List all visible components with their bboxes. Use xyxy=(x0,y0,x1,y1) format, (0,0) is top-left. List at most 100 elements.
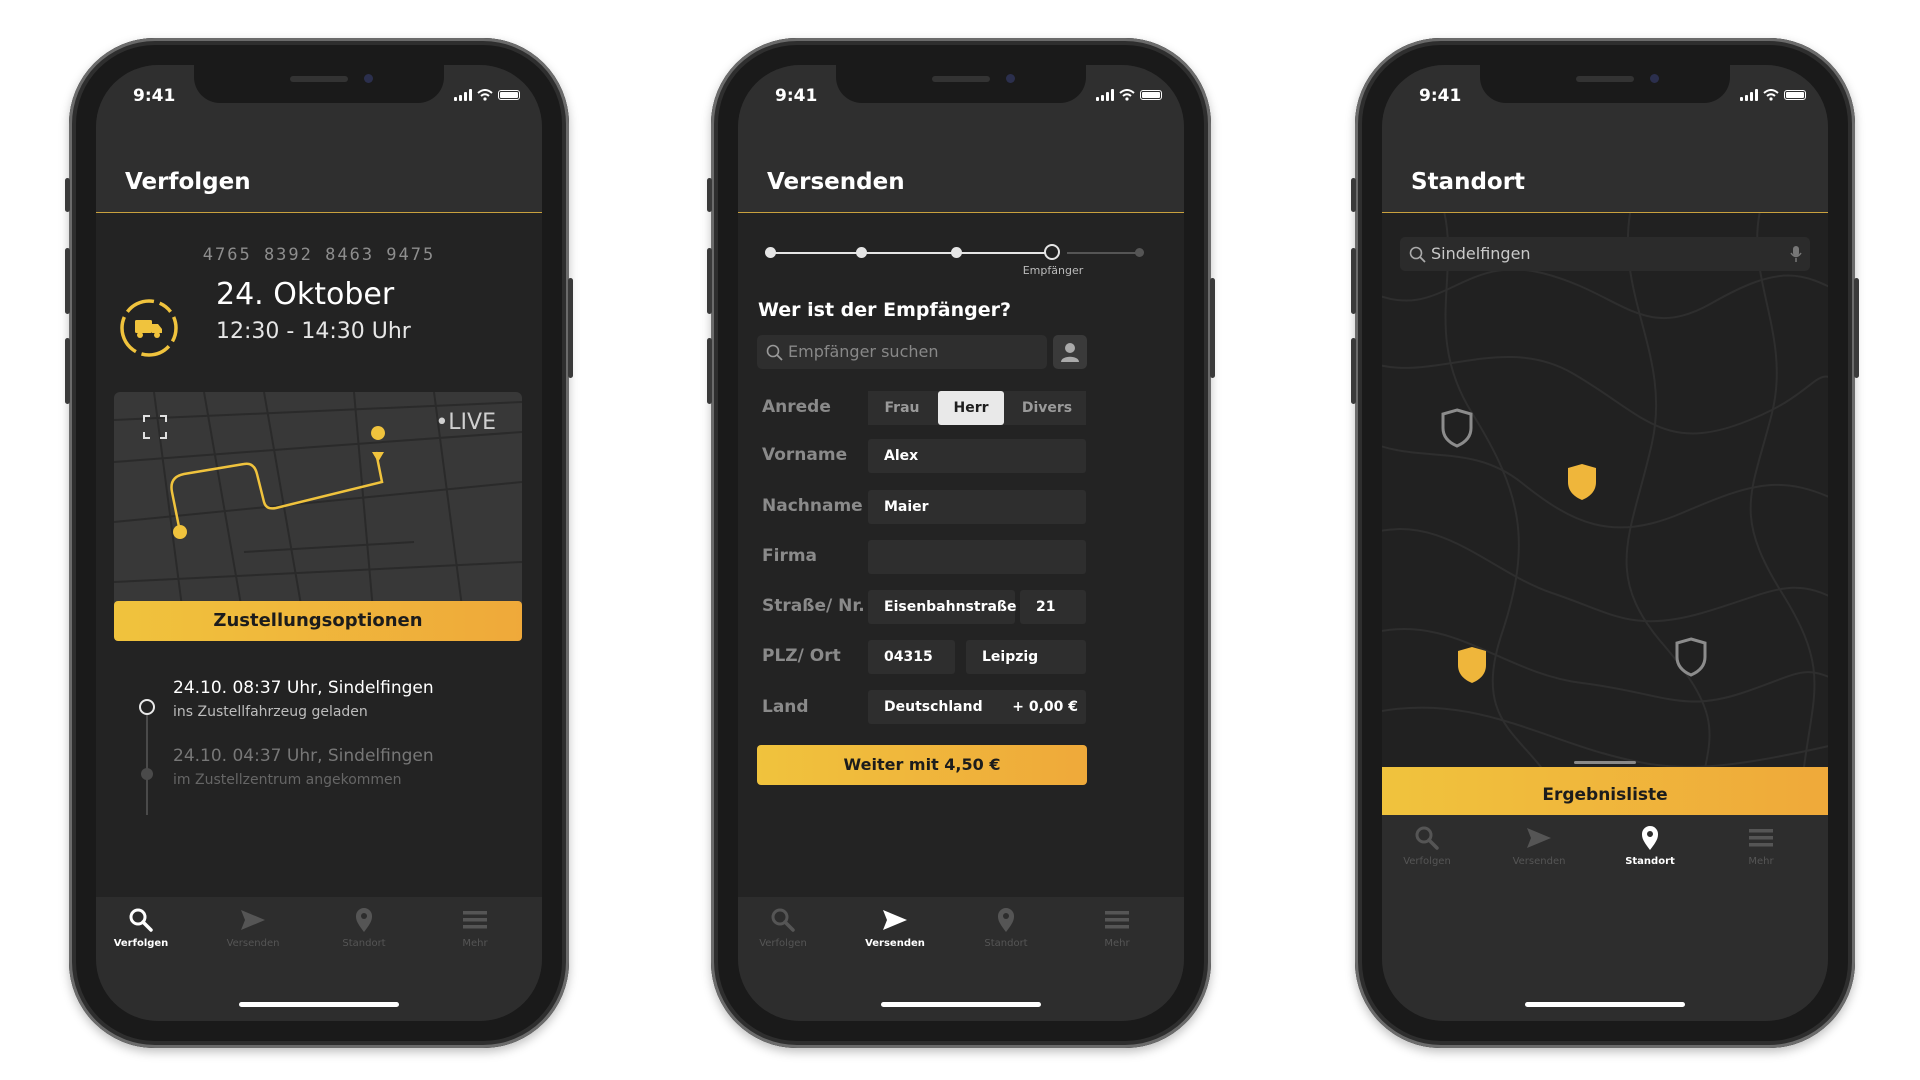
salutation-option-divers[interactable]: Divers xyxy=(1008,391,1086,425)
signal-icon xyxy=(1096,89,1114,101)
location-shield-marker[interactable] xyxy=(1440,408,1474,448)
company-field[interactable] xyxy=(868,540,1086,574)
step-label: Empfänger xyxy=(1022,264,1084,277)
location-shield-marker-active[interactable] xyxy=(1455,645,1489,685)
event-subtitle: im Zustellzentrum angekommen xyxy=(173,772,402,788)
menu-icon xyxy=(463,911,487,929)
status-time: 9:41 xyxy=(1419,86,1462,106)
battery-icon xyxy=(498,90,520,100)
screen: Versenden 9:41 Empfänger Wer ist der Emp… xyxy=(738,65,1184,1021)
label-zipcity: PLZ/ Ort xyxy=(762,646,841,666)
microphone-icon[interactable] xyxy=(1790,245,1802,263)
delivery-truck-icon xyxy=(120,299,178,357)
signal-icon xyxy=(1740,89,1758,101)
tab-more[interactable]: Mehr xyxy=(430,905,520,949)
battery-icon xyxy=(1140,90,1162,100)
event-subtitle: ins Zustellfahrzeug geladen xyxy=(173,704,368,720)
step-dot xyxy=(765,247,776,258)
send-icon xyxy=(241,910,265,930)
recipient-search-input[interactable]: Empfänger suchen xyxy=(757,335,1047,369)
salutation-option-herr[interactable]: Herr xyxy=(938,391,1004,425)
tab-bar: Verfolgen Versenden Standort Mehr xyxy=(96,897,542,1021)
search-icon xyxy=(771,908,795,932)
tab-location[interactable]: Standort xyxy=(1605,823,1695,867)
zip-field[interactable]: 04315 xyxy=(868,640,955,674)
tab-bar: Verfolgen Versenden Standort Mehr xyxy=(1382,815,1828,1021)
tab-track[interactable]: Verfolgen xyxy=(1382,823,1472,867)
menu-icon xyxy=(1749,829,1773,847)
contacts-button[interactable] xyxy=(1053,335,1087,369)
phone-tracking: Verfolgen 9:41 4765 8392 8463 9475 24. O… xyxy=(65,38,573,1048)
label-street: Straße/ Nr. xyxy=(762,596,865,616)
tab-track[interactable]: Verfolgen xyxy=(738,905,828,949)
screen: Verfolgen 9:41 4765 8392 8463 9475 24. O… xyxy=(96,65,542,1021)
sheet-grabber[interactable] xyxy=(1574,761,1636,764)
tab-send[interactable]: Versenden xyxy=(850,905,940,949)
page-title: Standort xyxy=(1411,169,1526,195)
label-firstname: Vorname xyxy=(762,445,848,465)
battery-icon xyxy=(1784,90,1806,100)
country-select[interactable]: Deutschland + 0,00 € xyxy=(868,690,1086,724)
location-pin-icon xyxy=(998,908,1014,932)
phone-location: Standort 9:41 Sindelfingen Ergebnisliste… xyxy=(1351,38,1859,1048)
tracking-number: 4765 8392 8463 9475 xyxy=(202,245,436,265)
step-dot xyxy=(1135,248,1144,257)
search-icon xyxy=(1415,826,1439,850)
search-placeholder: Empfänger suchen xyxy=(788,342,939,361)
results-list-label: Ergebnisliste xyxy=(1542,785,1668,805)
send-icon xyxy=(883,910,907,930)
lastname-field[interactable]: Maier xyxy=(868,490,1086,524)
screen: Standort 9:41 Sindelfingen Ergebnisliste… xyxy=(1382,65,1828,1021)
search-icon xyxy=(766,344,783,361)
city-field[interactable]: Leipzig xyxy=(966,640,1086,674)
event-title: 24.10. 04:37 Uhr, Sindelfingen xyxy=(173,746,434,766)
step-dot xyxy=(856,247,867,258)
tab-track[interactable]: Verfolgen xyxy=(96,905,186,949)
search-icon xyxy=(129,908,153,932)
expand-icon[interactable] xyxy=(142,414,168,440)
tab-location[interactable]: Standort xyxy=(961,905,1051,949)
tab-send[interactable]: Versenden xyxy=(1494,823,1584,867)
label-company: Firma xyxy=(762,546,818,566)
house-number-field[interactable]: 21 xyxy=(1020,590,1086,624)
tab-more[interactable]: Mehr xyxy=(1716,823,1806,867)
page-title: Verfolgen xyxy=(125,169,251,195)
home-indicator[interactable] xyxy=(1525,1002,1685,1007)
tab-bar: Verfolgen Versenden Standort Mehr xyxy=(738,897,1184,1021)
home-indicator[interactable] xyxy=(881,1002,1041,1007)
tab-send[interactable]: Versenden xyxy=(208,905,298,949)
tab-more[interactable]: Mehr xyxy=(1072,905,1162,949)
location-map[interactable]: Sindelfingen xyxy=(1382,213,1828,773)
send-icon xyxy=(1527,828,1551,848)
event-title: 24.10. 08:37 Uhr, Sindelfingen xyxy=(173,678,434,698)
live-map[interactable]: •LIVE xyxy=(114,392,522,622)
country-value: Deutschland xyxy=(884,699,983,715)
map-contours xyxy=(1382,213,1828,773)
delivery-options-button[interactable]: Zustellungsoptionen xyxy=(114,601,522,641)
page-title: Versenden xyxy=(767,169,905,195)
firstname-field[interactable]: Alex xyxy=(868,439,1086,473)
salutation-segmented-control: Frau Herr Divers xyxy=(868,391,1086,425)
signal-icon xyxy=(454,89,472,101)
wifi-icon xyxy=(477,89,493,101)
tab-location[interactable]: Standort xyxy=(319,905,409,949)
continue-button[interactable]: Weiter mit 4,50 € xyxy=(757,745,1087,785)
person-icon xyxy=(1061,343,1079,362)
search-icon xyxy=(1409,246,1426,263)
results-sheet[interactable]: Ergebnisliste xyxy=(1382,761,1828,815)
location-shield-marker[interactable] xyxy=(1674,637,1708,677)
delivery-time-window: 12:30 - 14:30 Uhr xyxy=(216,319,411,344)
location-pin-icon xyxy=(1642,826,1658,850)
step-dot xyxy=(951,247,962,258)
notch xyxy=(194,65,444,103)
location-search-input[interactable]: Sindelfingen xyxy=(1400,237,1810,271)
location-shield-marker-active[interactable] xyxy=(1565,462,1599,502)
wifi-icon xyxy=(1119,89,1135,101)
search-value: Sindelfingen xyxy=(1431,244,1531,263)
street-field[interactable]: Eisenbahnstraße xyxy=(868,590,1017,624)
status-time: 9:41 xyxy=(775,86,818,106)
wifi-icon xyxy=(1763,89,1779,101)
question-heading: Wer ist der Empfänger? xyxy=(758,299,1012,321)
salutation-option-frau[interactable]: Frau xyxy=(868,391,936,425)
home-indicator[interactable] xyxy=(239,1002,399,1007)
